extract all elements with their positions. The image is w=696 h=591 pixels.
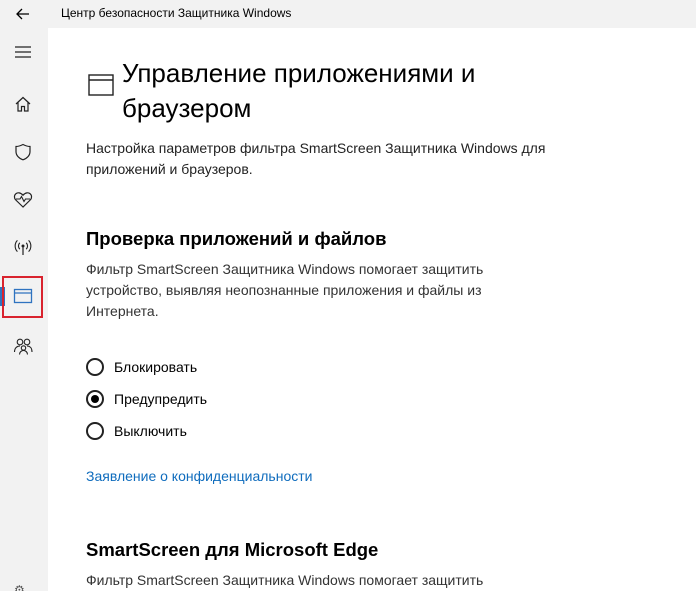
radio-off[interactable]: Выключить — [86, 420, 187, 442]
section-description-apps-files: Фильтр SmartScreen Защитника Windows пом… — [86, 261, 484, 319]
radio-warn[interactable]: Предупредить — [86, 388, 207, 410]
heart-pulse-icon — [13, 192, 33, 208]
section-title-apps-files: Проверка приложений и файлов — [86, 228, 387, 249]
menu-button[interactable] — [0, 32, 46, 72]
radio-circle[interactable] — [86, 390, 104, 408]
shield-icon — [15, 143, 31, 161]
radio-circle[interactable] — [86, 422, 104, 440]
sidebar-item-app-browser-control[interactable] — [0, 276, 46, 316]
title-bar: Центр безопасности Защитника Windows — [0, 0, 696, 28]
back-button[interactable] — [8, 2, 38, 26]
section-description-edge: Фильтр SmartScreen Защитника Windows пом… — [86, 572, 484, 588]
page-title: Управление приложениями и браузером — [122, 58, 476, 123]
app-browser-page-icon — [88, 74, 114, 96]
radio-label: Выключить — [114, 423, 187, 439]
page-description: Настройка параметров фильтра SmartScreen… — [86, 140, 546, 177]
sidebar-item-family-options[interactable] — [0, 326, 46, 366]
radio-label: Предупредить — [114, 391, 208, 407]
sidebar-item-device-health[interactable] — [0, 180, 46, 220]
sidebar: ⚙ — [0, 28, 48, 591]
app-browser-icon — [13, 288, 33, 304]
privacy-statement-link[interactable]: Заявление о конфиденциальности — [86, 468, 312, 484]
radio-label: Блокировать — [114, 359, 198, 375]
back-arrow-icon — [16, 8, 29, 20]
settings-gear-icon[interactable]: ⚙ — [14, 583, 25, 591]
sidebar-item-virus-protection[interactable] — [0, 132, 46, 172]
hamburger-menu-icon — [15, 46, 31, 58]
family-icon — [13, 338, 33, 355]
radio-circle[interactable] — [86, 358, 104, 376]
window-title: Центр безопасности Защитника Windows — [61, 6, 292, 20]
radio-block[interactable]: Блокировать — [86, 356, 197, 378]
sidebar-item-home[interactable] — [0, 84, 46, 124]
sidebar-item-firewall-network[interactable] — [0, 228, 46, 268]
home-icon — [15, 96, 31, 112]
wireless-icon — [14, 240, 32, 255]
main-content: Управление приложениями и браузером Наст… — [48, 28, 696, 591]
section-title-edge: SmartScreen для Microsoft Edge — [86, 539, 379, 560]
